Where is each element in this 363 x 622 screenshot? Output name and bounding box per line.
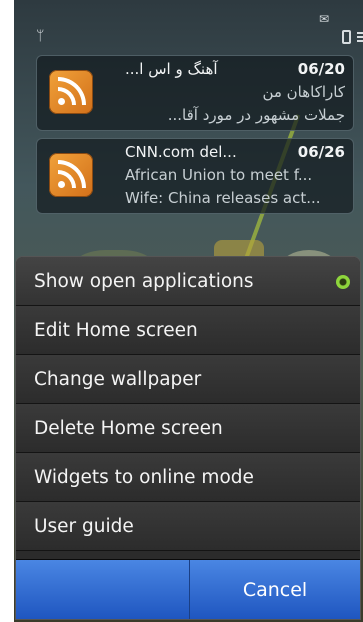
feed-headline: African Union to meet f... [125,166,313,184]
feed-widget[interactable]: CNN.com del... 06/26 African Union to me… [36,138,354,214]
feed-title: CNN.com del... [125,143,237,161]
menu-item-label: Show open applications [34,271,254,292]
rss-feed-icon [49,153,93,197]
menu-item-label: Change wallpaper [34,369,202,390]
signal-antenna-icon: ᛘ [36,28,45,44]
feed-headline: کاراکاهان من [262,83,345,101]
cancel-button[interactable]: Cancel [190,560,360,619]
menu-item-change-wallpaper[interactable]: Change wallpaper [16,355,360,404]
menu-item-user-guide[interactable]: User guide [16,502,360,551]
options-icon[interactable] [357,32,363,44]
feed-headline: Wife: China releases act... [125,189,321,207]
menu-item-delete-home-screen[interactable]: Delete Home screen [16,404,360,453]
menu-item-widgets-online-mode[interactable]: Widgets to online mode [16,453,360,502]
options-menu: Show open applications Edit Home screen … [15,256,361,620]
status-bar: ᛘ ✉ [14,0,363,52]
menu-item-label: Delete Home screen [34,418,223,439]
feed-header: CNN.com del... 06/26 [125,141,345,164]
menu-item-label: Edit Home screen [34,320,198,341]
menu-item-show-open-applications[interactable]: Show open applications [16,257,360,306]
feed-title: آهنگ و اس ا... [125,60,218,78]
feed-date: 06/20 [297,60,345,78]
softkey-left [16,560,190,619]
battery-icon [342,30,351,44]
feed-headline: جملات مشهور در مورد آقا... [167,106,345,124]
menu-item-label: Widgets to online mode [34,467,254,488]
message-icon: ✉ [318,12,329,26]
feed-widget[interactable]: آهنگ و اس ا... 06/20 کاراکاهان من جملات … [36,55,354,131]
active-indicator-icon [336,275,350,289]
feed-date: 06/26 [297,143,345,161]
phone-screen: ᛘ ✉ آهنگ و اس ا... 06/20 کاراکاهان من جم… [14,0,363,622]
feed-header: آهنگ و اس ا... 06/20 [125,58,345,81]
rss-feed-icon [49,70,93,114]
menu-item-edit-home-screen[interactable]: Edit Home screen [16,306,360,355]
menu-item-label: User guide [34,516,134,537]
popup-footer: Cancel [16,559,360,619]
